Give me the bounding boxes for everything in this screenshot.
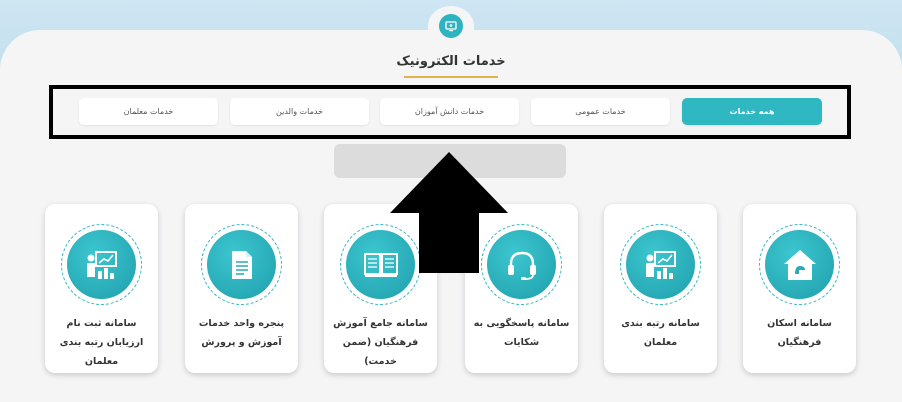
service-label: سامانه پاسخگویی به شکایات (473, 318, 570, 348)
document-icon (207, 230, 276, 299)
service-card-housing[interactable]: سامانه اسکان فرهنگیان (743, 204, 856, 373)
teacher-board-icon (626, 230, 695, 299)
service-card-single-window[interactable]: پنجره واحد خدمات آموزش و پرورش (185, 204, 298, 373)
title-underline (404, 76, 498, 78)
teacher-board-icon (67, 230, 136, 299)
tab-student-services[interactable]: خدمات دانش آموزان (380, 98, 519, 125)
monitor-icon[interactable] (439, 14, 463, 38)
pointer-arrow-icon (390, 152, 508, 273)
service-label: پنجره واحد خدمات آموزش و پرورش (198, 318, 285, 348)
service-label: سامانه رتبه بندی معلمان (621, 318, 700, 348)
section-title: خدمات الکترونیک (396, 54, 506, 69)
tab-all-services[interactable]: همه خدمات (682, 98, 822, 125)
tab-general-services[interactable]: خدمات عمومی (531, 98, 670, 125)
service-label: سامانه ثبت نام ارزیابان رتبه بندی معلمان (59, 318, 144, 367)
service-card-evaluator-registration[interactable]: سامانه ثبت نام ارزیابان رتبه بندی معلمان (45, 204, 158, 373)
service-card-teacher-ranking[interactable]: سامانه رتبه بندی معلمان (604, 204, 717, 373)
service-label: سامانه جامع آموزش فرهنگیان (ضمن خدمت) (333, 318, 428, 367)
tab-parent-services[interactable]: خدمات والدین (230, 98, 369, 125)
tab-teacher-services[interactable]: خدمات معلمان (79, 98, 218, 125)
house-icon (765, 230, 834, 299)
service-label: سامانه اسکان فرهنگیان (767, 318, 832, 348)
